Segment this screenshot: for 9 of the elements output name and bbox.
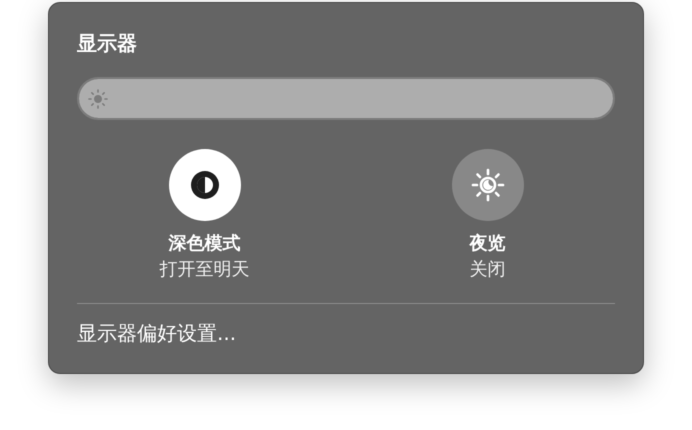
contrast-icon [190, 170, 220, 200]
toggle-label: 夜览 [470, 232, 506, 256]
toggle-status: 关闭 [470, 258, 506, 282]
sun-icon [88, 89, 108, 109]
sun-moon-icon [470, 167, 506, 203]
panel-title: 显示器 [77, 30, 138, 57]
toggle-label: 深色模式 [168, 232, 240, 256]
toggle-status: 打开至明天 [160, 258, 250, 282]
display-preferences-link[interactable]: 显示器偏好设置... [77, 318, 236, 348]
